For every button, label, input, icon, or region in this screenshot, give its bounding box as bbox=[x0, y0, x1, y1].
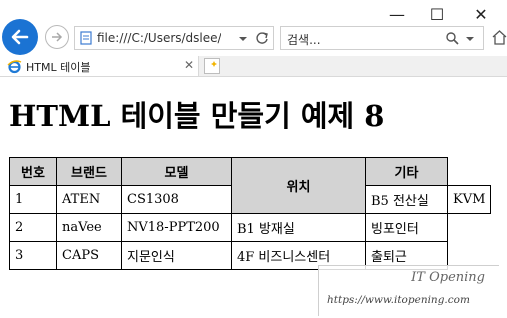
tab-title: HTML 테이블 bbox=[26, 61, 91, 74]
table-row: 2 naVee NV18-PPT200 B1 방재실 빙포인터 bbox=[9, 213, 491, 242]
address-dropdown-icon[interactable] bbox=[238, 35, 248, 43]
header-model: 모델 bbox=[121, 157, 232, 186]
table-cell: naVee bbox=[56, 213, 122, 242]
page-heading: HTML 테이블 만들기 예제 8 bbox=[9, 99, 385, 133]
ie-favicon-icon bbox=[7, 60, 22, 74]
search-icon[interactable] bbox=[445, 31, 459, 45]
new-tab-button[interactable] bbox=[204, 58, 220, 74]
forward-arrow-icon bbox=[52, 32, 63, 42]
table-cell: 1 bbox=[9, 185, 57, 214]
tab-bar: HTML 테이블 ✕ bbox=[0, 56, 507, 77]
search-box[interactable]: 검색... bbox=[280, 26, 484, 50]
header-brand: 브랜드 bbox=[56, 157, 122, 186]
table-cell: B5 전산실 bbox=[365, 185, 448, 214]
header-location: 위치 bbox=[231, 157, 366, 214]
refresh-icon[interactable] bbox=[255, 31, 269, 45]
table-cell: B1 방재실 bbox=[231, 213, 366, 242]
watermark: IT Opening https://www.itopening.com bbox=[318, 265, 499, 316]
data-table: 번호 브랜드 모델 위치 기타 1 ATEN CS1308 B5 전산실 KVM… bbox=[9, 157, 492, 270]
table-cell: ATEN bbox=[56, 185, 122, 214]
new-tab-icon bbox=[211, 61, 217, 67]
table-cell: 빙포인터 bbox=[365, 213, 448, 242]
navigation-bar: file:///C:/Users/dslee/Pictu 검색... bbox=[0, 19, 507, 56]
watermark-url: https://www.itopening.com bbox=[327, 294, 470, 306]
table-cell: CS1308 bbox=[121, 185, 232, 214]
address-bar[interactable]: file:///C:/Users/dslee/Pictu bbox=[74, 26, 274, 50]
tab-html-table[interactable]: HTML 테이블 ✕ bbox=[0, 56, 199, 76]
table-cell: CAPS bbox=[56, 241, 122, 270]
back-button[interactable] bbox=[2, 19, 38, 55]
table-cell: NV18-PPT200 bbox=[121, 213, 232, 242]
header-number: 번호 bbox=[9, 157, 57, 186]
back-arrow-icon bbox=[11, 29, 29, 45]
address-text: file:///C:/Users/dslee/Pictu bbox=[97, 31, 221, 45]
forward-button[interactable] bbox=[45, 25, 69, 49]
table-cell: 지문인식 bbox=[121, 241, 232, 270]
tab-close-icon[interactable]: ✕ bbox=[184, 58, 194, 72]
table-header-row: 번호 브랜드 모델 위치 기타 bbox=[9, 157, 491, 214]
header-etc: 기타 bbox=[365, 157, 448, 186]
watermark-brand: IT Opening bbox=[411, 270, 485, 285]
search-dropdown-icon[interactable] bbox=[465, 35, 475, 43]
table-cell: KVM bbox=[446, 185, 492, 214]
table-cell: 2 bbox=[9, 213, 57, 242]
table-cell: 3 bbox=[9, 241, 57, 270]
search-placeholder: 검색... bbox=[287, 33, 321, 47]
page-icon bbox=[80, 31, 92, 45]
home-icon[interactable] bbox=[492, 29, 507, 45]
